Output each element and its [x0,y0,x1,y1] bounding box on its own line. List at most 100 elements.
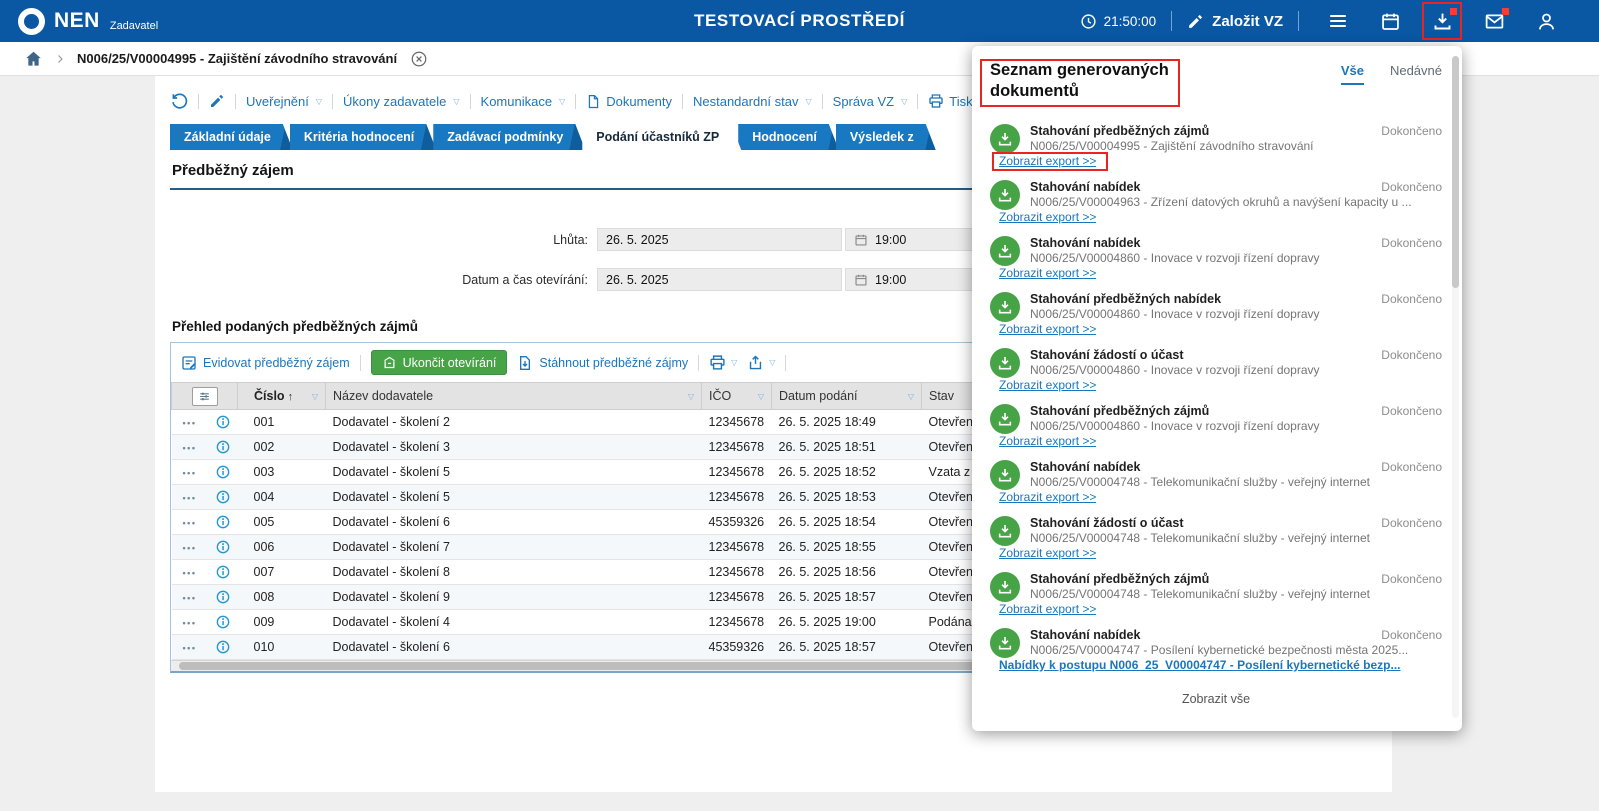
info-button[interactable] [215,414,231,430]
date-input[interactable]: 26. 5. 2025 [597,228,842,251]
menu-nestandardni-stav[interactable]: Nestandardní stav▽ [693,94,812,109]
info-button[interactable] [215,464,231,480]
tab[interactable]: Hodnocení [738,124,839,150]
panel-scrollbar-thumb[interactable] [1452,56,1459,288]
download-circle-icon [990,124,1020,154]
menu-sprava-vz[interactable]: Správa VZ▽ [833,94,908,109]
column-header-datum-podani[interactable]: Datum podání▽ [772,383,922,410]
row-actions-icon[interactable]: ••• [183,618,197,628]
row-actions-icon[interactable]: ••• [183,643,197,653]
create-vz-button[interactable]: Založit VZ [1187,13,1283,30]
messages-button[interactable] [1481,8,1507,34]
divider [822,94,823,109]
download-export-link[interactable]: Zobrazit export >> [999,322,1096,337]
cell-date-submitted: 26. 5. 2025 18:49 [772,410,922,435]
info-button[interactable] [215,614,231,630]
info-button[interactable] [215,589,231,605]
download-export-link[interactable]: Zobrazit export >> [999,378,1096,393]
download-export-link[interactable]: Zobrazit export >> [999,154,1096,169]
cell-date-submitted: 26. 5. 2025 18:52 [772,460,922,485]
panel-scrollbar[interactable] [1452,56,1459,718]
tab[interactable]: Podání účastníků ZP [582,124,741,150]
breadcrumb-item[interactable]: N006/25/V00004995 - Zajištění závodního … [77,51,397,66]
cell-ico: 12345678 [702,460,772,485]
print-menu-button[interactable]: ▽ [709,354,737,371]
edit-button[interactable] [209,93,225,109]
cell-date-submitted: 26. 5. 2025 18:53 [772,485,922,510]
download-status: Dokončeno [1381,404,1442,419]
info-button[interactable] [215,539,231,555]
cell-ico: 12345678 [702,585,772,610]
menu-komunikace[interactable]: Komunikace▽ [481,94,566,109]
download-export-link[interactable]: Zobrazit export >> [999,434,1096,449]
row-actions-icon[interactable]: ••• [183,468,197,478]
home-icon[interactable] [24,49,43,68]
row-actions-icon[interactable]: ••• [183,518,197,528]
history-button[interactable] [170,92,188,110]
download-export-link[interactable]: Zobrazit export >> [999,602,1096,617]
row-actions-icon[interactable]: ••• [183,568,197,578]
panel-tab-nedavne[interactable]: Nedávné [1390,63,1442,85]
download-title: Stahování nabídek [1030,236,1381,251]
printer-icon [928,93,944,109]
row-actions-icon[interactable]: ••• [183,493,197,503]
close-record-button[interactable] [410,50,428,68]
history-icon [170,92,188,110]
filter-caret-icon[interactable]: ▽ [688,392,694,401]
topbar-actions: 21:50:00 Založit VZ [1080,8,1559,34]
brand-role: Zadavatel [110,20,158,32]
menu-button[interactable] [1325,8,1351,34]
close-circle-icon [410,50,428,68]
download-export-link[interactable]: Zobrazit export >> [999,546,1096,561]
download-circle-icon [990,460,1020,490]
row-actions-icon[interactable]: ••• [183,593,197,603]
filter-caret-icon[interactable]: ▽ [312,392,318,401]
filter-caret-icon[interactable]: ▽ [908,392,914,401]
download-export-link[interactable]: Zobrazit export >> [999,490,1096,505]
menu-dokumenty[interactable]: Dokumenty [586,94,672,109]
tab[interactable]: Základní údaje [170,124,293,150]
clock-icon [1080,13,1097,30]
calendar-icon [1380,11,1401,32]
info-button[interactable] [215,564,231,580]
panel-tab-vse[interactable]: Vše [1341,63,1364,85]
calendar-button[interactable] [1377,8,1403,34]
info-icon [215,614,231,630]
show-all-link[interactable]: Zobrazit vše [990,692,1442,706]
cell-supplier: Dodavatel - školení 2 [326,410,702,435]
brand[interactable]: NEN Zadavatel [18,8,158,35]
column-header-ico[interactable]: IČO▽ [702,383,772,410]
profile-button[interactable] [1533,8,1559,34]
cell-ico: 45359326 [702,635,772,660]
download-export-link[interactable]: Nabídky k postupu N006_25_V00004747 - Po… [999,658,1401,673]
download-export-link[interactable]: Zobrazit export >> [999,266,1096,281]
column-header-cislo[interactable]: Číslo↑▽ [238,383,326,410]
tab[interactable]: Kritéria hodnocení [290,124,436,150]
info-icon [215,514,231,530]
info-button[interactable] [215,639,231,655]
tab[interactable]: Výsledek z [836,124,936,150]
info-button[interactable] [215,489,231,505]
cell-date-submitted: 26. 5. 2025 19:00 [772,610,922,635]
register-interest-button[interactable]: Evidovat předběžný zájem [181,355,350,371]
close-opening-button[interactable]: Ukončit otevírání [371,350,508,375]
filter-caret-icon[interactable]: ▽ [758,392,764,401]
export-menu-button[interactable]: ▽ [747,354,775,371]
date-input[interactable]: 26. 5. 2025 [597,268,842,291]
info-button[interactable] [215,439,231,455]
downloads-button[interactable] [1429,8,1455,34]
dropdown-caret-icon: ▽ [806,97,812,106]
info-button[interactable] [215,514,231,530]
row-actions-icon[interactable]: ••• [183,543,197,553]
download-export-link[interactable]: Zobrazit export >> [999,210,1096,225]
row-actions-icon[interactable]: ••• [183,418,197,428]
menu-uverejneni[interactable]: Uveřejnění▽ [246,94,322,109]
cell-number: 001 [238,410,326,435]
menu-ukony-zadavatele[interactable]: Úkony zadavatele▽ [343,94,460,109]
row-actions-icon[interactable]: ••• [183,443,197,453]
column-header-nazev-dodavatele[interactable]: Název dodavatele▽ [326,383,702,410]
tab[interactable]: Zadávací podmínky [433,124,585,150]
download-interests-button[interactable]: Stáhnout předběžné zájmy [517,355,688,371]
column-settings-button[interactable] [192,387,218,406]
download-subtitle: N006/25/V00004995 - Zajištění závodního … [1030,139,1442,154]
